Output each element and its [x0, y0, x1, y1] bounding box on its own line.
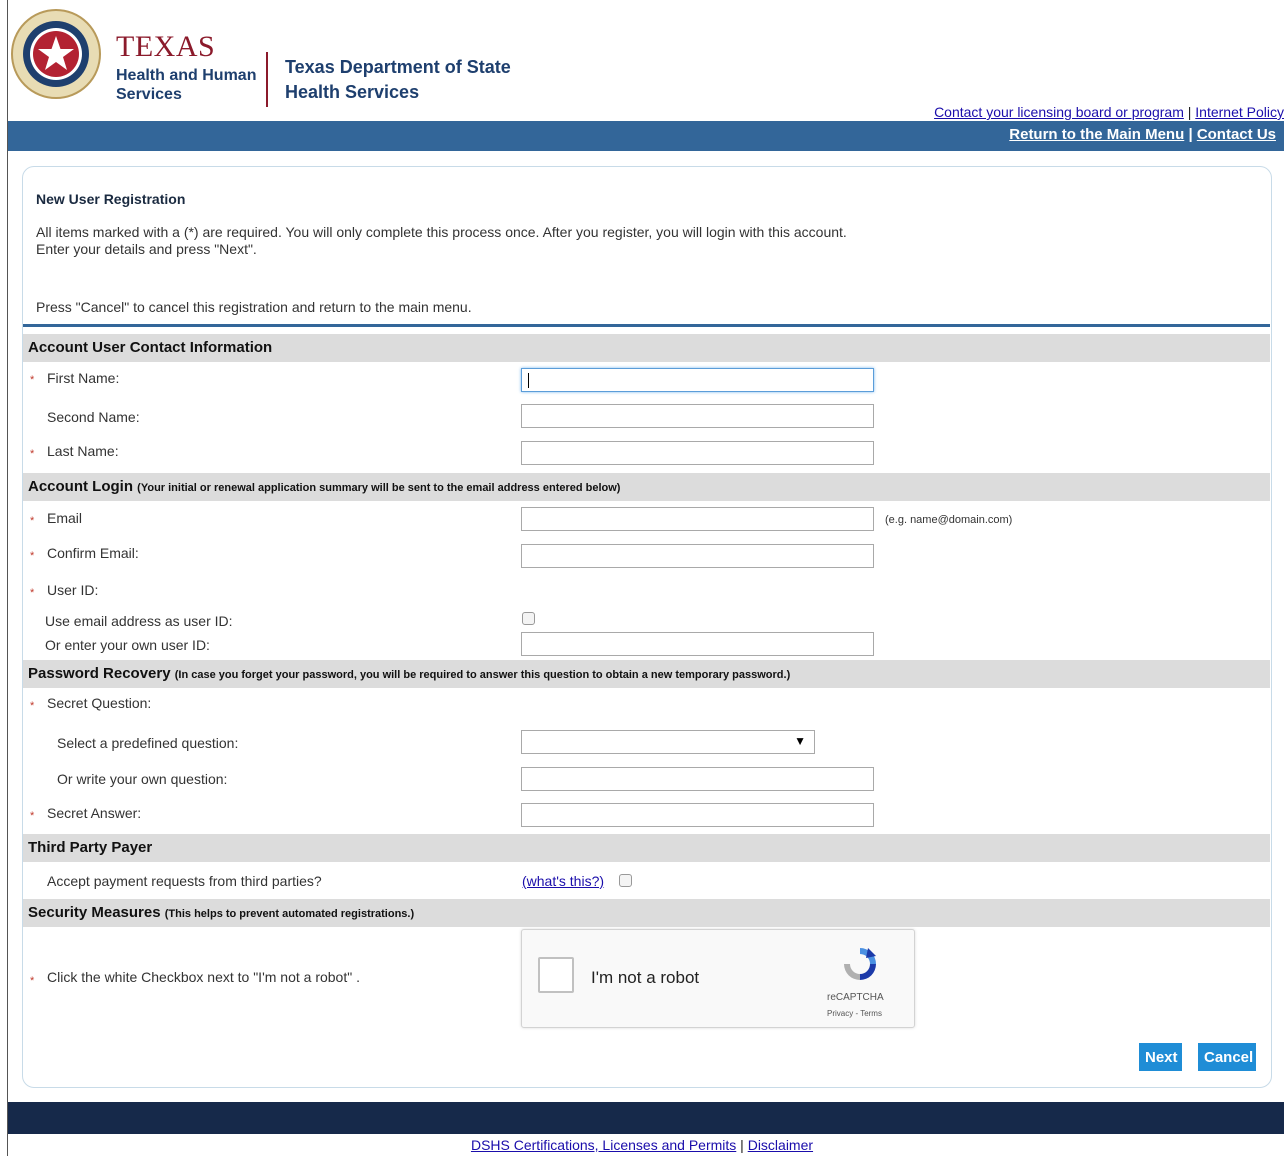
- footer-bar: [8, 1102, 1284, 1134]
- predefined-question-select[interactable]: ▼: [521, 730, 815, 754]
- section-login: Account Login (Your initial or renewal a…: [23, 473, 1270, 501]
- email-hint: (e.g. name@domain.com): [885, 514, 1013, 526]
- recaptcha-label: I'm not a robot: [591, 968, 700, 987]
- top-links: Contact your licensing board or program …: [934, 104, 1284, 120]
- required-mark: *: [30, 550, 35, 562]
- email-input[interactable]: [521, 507, 874, 531]
- footer-links: DSHS Certifications, Licenses and Permit…: [470, 1137, 814, 1153]
- header-divider: [266, 52, 268, 107]
- intro-text: All items marked with a (*) are required…: [36, 224, 847, 257]
- confirm-email-input[interactable]: [521, 544, 874, 568]
- secret-answer-label: Secret Answer:: [47, 805, 142, 821]
- section-security: Security Measures (This helps to prevent…: [23, 899, 1270, 927]
- texas-seal-icon: [11, 9, 101, 99]
- secret-answer-input[interactable]: [521, 803, 874, 827]
- user-id-label: User ID:: [47, 582, 99, 598]
- own-question-input[interactable]: [521, 767, 874, 791]
- site-header: TEXAS Health and Human Services Texas De…: [8, 0, 1284, 121]
- required-mark: *: [30, 515, 35, 527]
- required-mark: *: [30, 587, 35, 599]
- section-recovery: Password Recovery (In case you forget yo…: [23, 660, 1270, 688]
- use-email-checkbox[interactable]: [522, 612, 535, 625]
- secret-question-label: Secret Question:: [47, 695, 152, 711]
- recaptcha-brand: reCAPTCHA: [827, 992, 884, 1003]
- predefined-question-label: Select a predefined question:: [57, 735, 239, 751]
- brand-title: TEXAS: [116, 30, 216, 63]
- recaptcha-logo-icon: [844, 948, 876, 980]
- dropdown-arrow-icon: ▼: [794, 734, 806, 748]
- next-button[interactable]: Next: [1139, 1043, 1182, 1071]
- section-third-party: Third Party Payer: [23, 834, 1270, 862]
- user-id-input[interactable]: [521, 632, 874, 656]
- section-contact: Account User Contact Information: [23, 334, 1270, 362]
- own-question-label: Or write your own question:: [57, 771, 228, 787]
- second-name-input[interactable]: [521, 404, 874, 428]
- robot-instruction: Click the white Checkbox next to "I'm no…: [47, 969, 360, 985]
- second-name-label: Second Name:: [47, 409, 140, 425]
- third-party-checkbox[interactable]: [619, 874, 632, 887]
- use-email-label: Use email address as user ID:: [45, 613, 233, 629]
- whats-this-link[interactable]: (what's this?): [522, 873, 604, 889]
- dept-name: Texas Department of State Health Service…: [285, 57, 511, 102]
- contact-us-link[interactable]: Contact Us: [1197, 126, 1276, 143]
- email-label: Email: [47, 510, 83, 526]
- recaptcha-terms[interactable]: Privacy - Terms: [827, 1009, 882, 1018]
- certifications-link[interactable]: DSHS Certifications, Licenses and Permit…: [471, 1137, 736, 1153]
- brand-subtitle: Health and Human Services: [116, 67, 257, 103]
- recaptcha-checkbox[interactable]: [538, 957, 574, 993]
- main-menu-link[interactable]: Return to the Main Menu: [1009, 126, 1184, 143]
- page-title: New User Registration: [36, 191, 186, 207]
- required-mark: *: [30, 975, 35, 987]
- recaptcha-widget: I'm not a robot reCAPTCHA Privacy - Term…: [521, 929, 915, 1028]
- required-mark: *: [30, 700, 35, 712]
- last-name-input[interactable]: [521, 441, 874, 465]
- internet-policy-link[interactable]: Internet Policy: [1195, 104, 1284, 120]
- contact-licensing-link[interactable]: Contact your licensing board or program: [934, 104, 1184, 120]
- section-divider: [23, 324, 1270, 327]
- cancel-button[interactable]: Cancel: [1198, 1043, 1256, 1071]
- first-name-label: First Name:: [47, 370, 120, 386]
- required-mark: *: [30, 448, 35, 460]
- third-party-label: Accept payment requests from third parti…: [47, 873, 322, 889]
- first-name-input[interactable]: [521, 368, 874, 392]
- nav-bar: Return to the Main Menu | Contact Us: [8, 121, 1284, 151]
- own-user-id-label: Or enter your own user ID:: [45, 637, 210, 653]
- page-left-border: [7, 0, 8, 1156]
- required-mark: *: [30, 374, 35, 386]
- confirm-email-label: Confirm Email:: [47, 545, 139, 561]
- intro-cancel-text: Press "Cancel" to cancel this registrati…: [36, 299, 472, 315]
- required-mark: *: [30, 810, 35, 822]
- disclaimer-link[interactable]: Disclaimer: [748, 1137, 813, 1153]
- last-name-label: Last Name:: [47, 443, 119, 459]
